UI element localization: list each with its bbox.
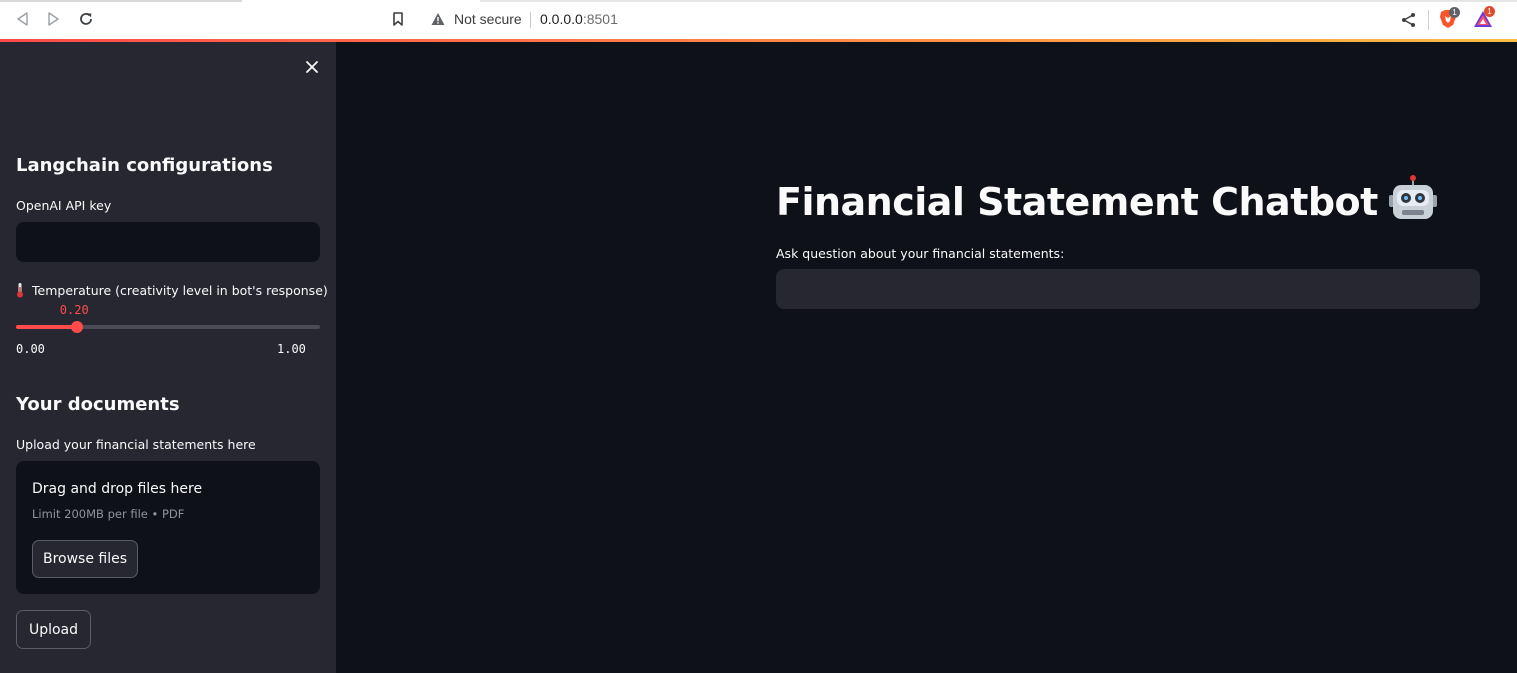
slider-min-label: 0.00 bbox=[16, 342, 45, 356]
sidebar: Langchain configurations OpenAI API key … bbox=[0, 42, 336, 673]
temperature-slider-thumb[interactable] bbox=[70, 321, 83, 333]
config-heading: Langchain configurations bbox=[16, 155, 273, 176]
temperature-label-row: Temperature (creativity level in bot's r… bbox=[16, 282, 328, 298]
upload-button[interactable]: Upload bbox=[16, 610, 91, 649]
browser-toolbar: Not secure 0.0.0.0:8501 1 1 bbox=[0, 0, 1517, 39]
url-port: :8501 bbox=[582, 11, 618, 27]
url-text[interactable]: 0.0.0.0:8501 bbox=[540, 11, 618, 27]
question-label: Ask question about your financial statem… bbox=[776, 246, 1065, 261]
rewards-count-badge: 1 bbox=[1484, 6, 1495, 17]
address-bar[interactable]: Not secure 0.0.0.0:8501 bbox=[421, 4, 1429, 35]
main-content: Financial Statement Chatbot Ask question… bbox=[336, 42, 1517, 673]
tab-strip bbox=[0, 0, 242, 2]
api-key-label: OpenAI API key bbox=[16, 198, 112, 213]
bookmark-button[interactable] bbox=[388, 9, 408, 29]
back-button[interactable] bbox=[11, 8, 33, 30]
shields-count-badge: 1 bbox=[1449, 7, 1460, 18]
share-icon bbox=[1402, 13, 1415, 27]
back-arrow-icon bbox=[17, 12, 28, 26]
security-status[interactable]: Not secure bbox=[454, 11, 522, 27]
tab-strip-rest bbox=[480, 0, 1517, 2]
temperature-slider-track[interactable] bbox=[16, 325, 320, 329]
page-title: Financial Statement Chatbot bbox=[776, 180, 1378, 224]
slider-current-value: 0.20 bbox=[59, 303, 89, 317]
reload-button[interactable] bbox=[75, 8, 97, 30]
url-host: 0.0.0.0 bbox=[540, 11, 583, 27]
temperature-slider-fill bbox=[16, 325, 77, 329]
brave-shields-button[interactable]: 1 bbox=[1437, 7, 1460, 30]
browse-files-button[interactable]: Browse files bbox=[32, 540, 138, 578]
share-button[interactable] bbox=[1400, 11, 1418, 29]
forward-button[interactable] bbox=[43, 8, 65, 30]
url-separator bbox=[530, 12, 531, 28]
forward-arrow-icon bbox=[48, 12, 59, 26]
bookmark-icon bbox=[393, 12, 403, 26]
close-icon bbox=[306, 61, 318, 73]
file-dropzone[interactable]: Drag and drop files here Limit 200MB per… bbox=[16, 461, 320, 594]
documents-heading: Your documents bbox=[16, 394, 180, 415]
dropzone-limit: Limit 200MB per file • PDF bbox=[32, 507, 185, 521]
api-key-input[interactable] bbox=[16, 222, 320, 262]
thermometer-icon bbox=[17, 283, 23, 298]
slider-max-label: 1.00 bbox=[277, 342, 306, 356]
dropzone-title: Drag and drop files here bbox=[32, 481, 203, 497]
reload-icon bbox=[80, 13, 92, 25]
temperature-label: Temperature (creativity level in bot's r… bbox=[32, 283, 328, 298]
robot-icon bbox=[1388, 175, 1437, 219]
question-input[interactable] bbox=[776, 269, 1480, 309]
page-title-row: Financial Statement Chatbot bbox=[776, 175, 1438, 224]
brave-rewards-button[interactable]: 1 bbox=[1472, 6, 1496, 30]
toolbar-divider bbox=[1428, 10, 1429, 30]
close-sidebar-button[interactable] bbox=[302, 57, 322, 77]
upload-label: Upload your financial statements here bbox=[16, 437, 256, 452]
warning-icon bbox=[431, 13, 445, 25]
